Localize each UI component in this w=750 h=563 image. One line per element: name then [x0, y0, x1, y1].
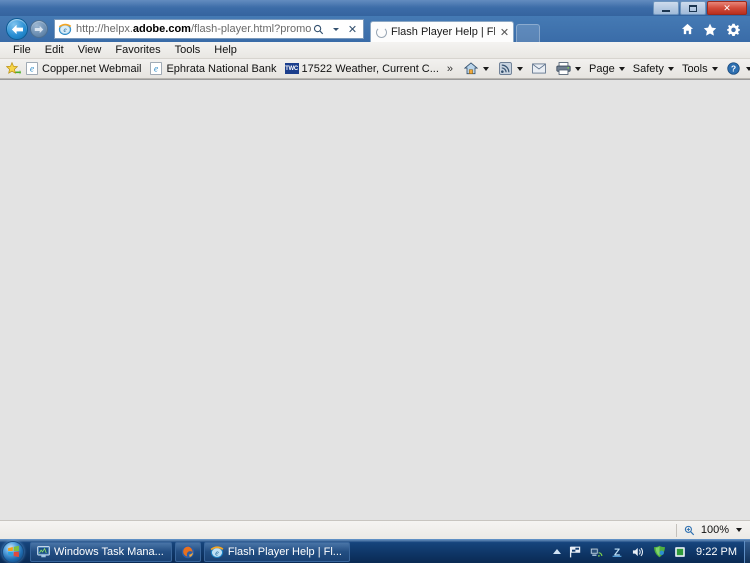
- close-button[interactable]: Close✕: [707, 1, 747, 15]
- menu-item-favorites[interactable]: Favorites: [108, 43, 167, 58]
- browser-tab[interactable]: Flash Player Help | Flash Pla... ✕: [370, 21, 514, 42]
- antivirus-shield-icon[interactable]: [652, 545, 666, 559]
- home-icon[interactable]: [680, 22, 694, 36]
- task-manager-icon: [36, 545, 50, 559]
- address-bar-tools: ✕: [311, 21, 363, 37]
- taskbar-item-label: Flash Player Help | Fl...: [227, 545, 342, 558]
- ie-favicon-icon: e: [57, 21, 73, 37]
- minimize-button[interactable]: [653, 1, 679, 15]
- command-read-mail-button[interactable]: [527, 60, 551, 77]
- search-dropdown-icon[interactable]: [328, 21, 343, 37]
- zonealarm-icon[interactable]: Z: [610, 545, 624, 559]
- restore-button[interactable]: [680, 1, 706, 15]
- command-help-button[interactable]: ?: [722, 60, 750, 77]
- zoom-control[interactable]: 100%: [682, 523, 746, 538]
- taskbar-item-task-manager[interactable]: Windows Task Mana...: [30, 541, 172, 562]
- loading-spinner-icon: [376, 26, 387, 38]
- home-house-icon: [463, 61, 479, 76]
- command-overflow-icon[interactable]: »: [445, 63, 459, 75]
- command-safety-label: Safety: [632, 62, 664, 75]
- zoom-magnifier-icon: [682, 523, 698, 538]
- tab-title: Flash Player Help | Flash Pla...: [391, 26, 495, 38]
- svg-text:?: ?: [731, 64, 736, 74]
- twc-icon: TWC: [284, 62, 299, 76]
- forward-button[interactable]: [30, 20, 48, 38]
- command-tools-label: Tools: [681, 62, 708, 75]
- title-command-icons: [680, 22, 746, 36]
- add-to-favorites-icon[interactable]: [5, 61, 21, 77]
- svg-text:e: e: [215, 548, 219, 557]
- tab-close-icon[interactable]: ✕: [499, 26, 510, 39]
- taskbar-item-internet-explorer[interactable]: e Flash Player Help | Fl...: [203, 541, 350, 562]
- command-page-button[interactable]: Page: [585, 62, 629, 76]
- address-url-text: http://helpx.adobe.com/flash-player.html…: [76, 23, 311, 35]
- battery-icon[interactable]: [673, 545, 687, 559]
- favorite-item-weather[interactable]: TWC 17522 Weather, Current C...: [283, 61, 443, 77]
- help-question-icon: ?: [726, 61, 742, 76]
- address-bar[interactable]: e http://helpx.adobe.com/flash-player.ht…: [54, 19, 364, 39]
- tab-strip: Flash Player Help | Flash Pla... ✕: [370, 16, 540, 42]
- favorites-bar: e Copper.net Webmail e Ephrata National …: [0, 59, 750, 79]
- ie-page-icon: e: [149, 62, 163, 76]
- rss-feed-icon: [497, 61, 513, 76]
- zoom-dropdown-icon[interactable]: [736, 528, 742, 532]
- svg-text:e: e: [154, 64, 158, 74]
- favorites-star-icon[interactable]: [703, 22, 717, 36]
- printer-icon: [555, 61, 571, 76]
- taskbar-clock[interactable]: 9:22 PM: [694, 546, 740, 558]
- favorite-item-label: Ephrata National Bank: [166, 62, 277, 75]
- menu-item-edit[interactable]: Edit: [38, 43, 71, 58]
- forward-arrow-icon: [34, 25, 44, 33]
- taskbar-item-label: Windows Task Mana...: [54, 545, 164, 558]
- command-home-button[interactable]: [459, 60, 493, 77]
- svg-text:e: e: [30, 64, 34, 74]
- volume-speaker-icon[interactable]: [631, 545, 645, 559]
- system-tray: Z 9:22 PM: [553, 545, 744, 559]
- show-hidden-icons-button[interactable]: [553, 549, 562, 554]
- browser-window: Close✕ e http://helpx.adobe.co: [0, 0, 750, 563]
- zoom-level-value: 100%: [700, 524, 729, 536]
- command-feeds-button[interactable]: [493, 60, 527, 77]
- status-bar: 100%: [0, 520, 750, 539]
- command-page-label: Page: [589, 62, 615, 75]
- action-center-flag-icon[interactable]: [568, 545, 582, 559]
- show-desktop-button[interactable]: [744, 540, 750, 563]
- new-tab-button[interactable]: [516, 24, 540, 42]
- navigation-bar: e http://helpx.adobe.com/flash-player.ht…: [0, 16, 750, 42]
- stop-loading-button[interactable]: ✕: [345, 21, 360, 37]
- favorite-item-ephrata-bank[interactable]: e Ephrata National Bank: [147, 61, 280, 77]
- firefox-icon: [181, 545, 195, 559]
- favorite-item-copper-webmail[interactable]: e Copper.net Webmail: [23, 61, 145, 77]
- menu-item-help[interactable]: Help: [207, 43, 244, 58]
- command-tools-button[interactable]: Tools: [678, 62, 722, 76]
- start-button[interactable]: [2, 540, 24, 563]
- command-bar: » Page Safety Tools ?: [445, 60, 750, 77]
- svg-text:e: e: [63, 26, 66, 34]
- title-bar: Close✕: [0, 0, 750, 16]
- window-controls: Close✕: [653, 1, 747, 15]
- favorite-item-label: Copper.net Webmail: [42, 62, 142, 75]
- search-icon[interactable]: [311, 21, 326, 37]
- ie-page-icon: e: [25, 62, 39, 76]
- taskbar: Windows Task Mana... e Flash Player Help…: [0, 539, 750, 563]
- back-button[interactable]: [6, 18, 28, 40]
- page-content-area[interactable]: [0, 79, 750, 520]
- network-icon[interactable]: [589, 545, 603, 559]
- menu-bar: File Edit View Favorites Tools Help: [0, 42, 750, 59]
- status-divider: [675, 523, 677, 537]
- tools-gear-icon[interactable]: [726, 22, 740, 36]
- mail-envelope-icon: [531, 61, 547, 76]
- taskbar-item-firefox[interactable]: [174, 541, 201, 562]
- favorite-item-label: 17522 Weather, Current C...: [301, 62, 439, 75]
- menu-item-file[interactable]: File: [6, 43, 38, 58]
- command-safety-button[interactable]: Safety: [629, 62, 678, 76]
- back-arrow-icon: [11, 24, 23, 34]
- menu-item-tools[interactable]: Tools: [168, 43, 208, 58]
- windows-flag-icon: [7, 545, 19, 558]
- menu-item-view[interactable]: View: [71, 43, 109, 58]
- ie-icon: e: [210, 545, 224, 559]
- command-print-button[interactable]: [551, 60, 585, 77]
